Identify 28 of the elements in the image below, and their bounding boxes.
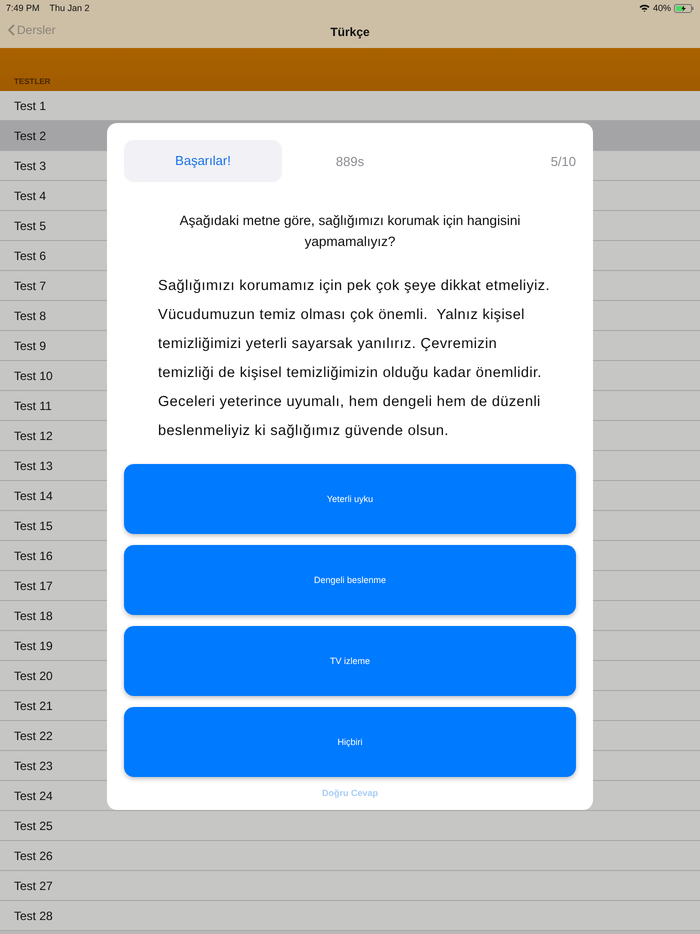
answer-option[interactable]: Hiçbiri: [124, 707, 576, 777]
answer-option[interactable]: TV izleme: [124, 626, 576, 696]
answer-option[interactable]: Yeterli uyku: [124, 464, 576, 534]
status-time: 7:49 PM: [6, 3, 40, 13]
test-row[interactable]: Test 1: [0, 91, 700, 121]
section-header: TESTLER: [14, 77, 50, 86]
passage-line: Vücudumuzun temiz olması çok önemli. Yalnız kişisel: [158, 306, 526, 325]
test-row[interactable]: Test 25: [0, 811, 700, 841]
battery-percent: 40%: [652, 3, 671, 13]
passage-line: Geceleri yeterince uyumalı, hem dengeli hem de düzenli: [158, 393, 542, 412]
passage-line: Sağlığımızı korumamız için pek çok şeye dikkat etmeliyiz.: [158, 277, 551, 296]
test-row[interactable]: Test 27: [0, 871, 700, 901]
wifi-icon: [638, 4, 650, 12]
header-tab[interactable]: Başarılar!: [124, 140, 282, 182]
header-tab[interactable]: 5/10: [418, 154, 576, 168]
answer-option[interactable]: Dengeli beslenme: [124, 545, 576, 615]
status-date: Thu Jan 2: [50, 3, 90, 13]
header-tab[interactable]: 889s: [282, 154, 418, 168]
test-row[interactable]: Test 28: [0, 901, 700, 931]
question-text: Aşağıdaki metne göre, sağlığımızı korumak için hangisini yapmamalıyız?: [178, 212, 522, 251]
back-button[interactable]: Dersler: [8, 23, 56, 37]
battery-icon: [674, 4, 694, 12]
passage-line: temizliğimizi yeterli sayarsak yanılırız. Çevremizin: [158, 335, 498, 354]
nav-title: Türkçe: [330, 25, 370, 39]
passage-line: temizliği de kişisel temizliğimizin olduğu kadar önemlidir.: [158, 364, 543, 383]
test-row[interactable]: Test 26: [0, 841, 700, 871]
passage-line: beslenmeliyiz ki sağlığımız güvende olsun.: [158, 422, 450, 441]
chevron-left-icon: [8, 24, 15, 36]
